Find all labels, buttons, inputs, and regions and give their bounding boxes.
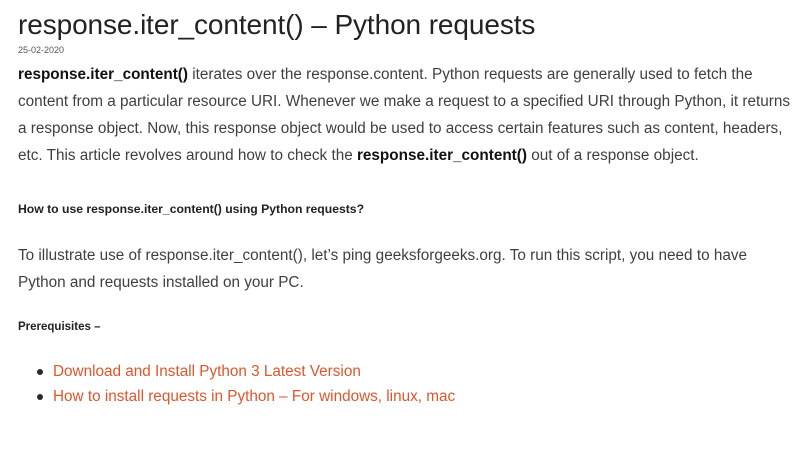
bullet-icon [37,369,43,375]
list-item: How to install requests in Python – For … [35,384,798,409]
article: response.iter_content() – Python request… [18,6,798,409]
page-title: response.iter_content() – Python request… [18,9,536,40]
prerequisites-list: Download and Install Python 3 Latest Ver… [18,359,798,409]
publish-date: 25-02-2020 [18,45,65,55]
intro-bold-method-2: response.iter_content() [356,147,527,164]
bullet-icon [37,394,43,400]
link-install-requests[interactable]: How to install requests in Python – For … [53,388,455,405]
intro-bold-method: response.iter_content() [18,66,188,83]
prerequisites-heading: Prerequisites – [18,321,101,333]
list-item: Download and Install Python 3 Latest Ver… [35,359,798,384]
intro-text-b: out of a response object. [526,147,699,164]
howto-paragraph: To illustrate use of response.iter_conte… [18,247,747,291]
intro-paragraph: response.iter_content() iterates over th… [18,61,798,169]
link-install-python[interactable]: Download and Install Python 3 Latest Ver… [53,363,361,380]
howto-heading: How to use response.iter_content() using… [18,202,365,216]
